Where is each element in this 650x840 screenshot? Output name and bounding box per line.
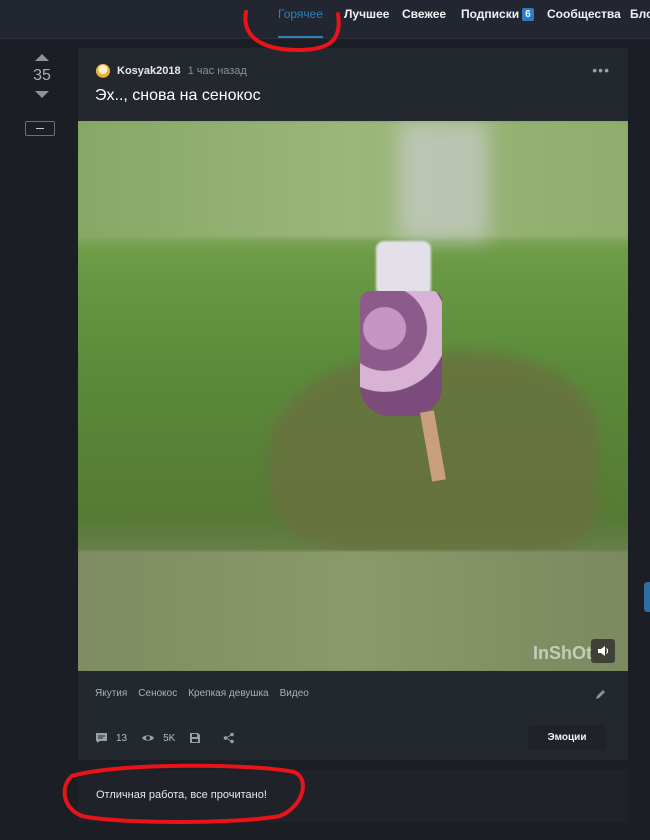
video-watermark: InShOt (533, 643, 592, 663)
avatar[interactable] (96, 64, 110, 78)
subscriptions-badge: 6 (522, 8, 534, 21)
views-info: 5K (141, 733, 175, 744)
downvote-arrow-icon[interactable] (35, 91, 49, 98)
vote-column: 35 (22, 48, 62, 98)
post-title[interactable]: Эх.., снова на сенокос (95, 87, 261, 105)
tab-subscriptions-label: Подписки (461, 7, 520, 21)
video-figure-shirt (376, 241, 431, 296)
tab-best[interactable]: Лучшее (344, 0, 389, 28)
tab-fresh[interactable]: Свежее (402, 0, 446, 28)
tab-hot[interactable]: Горячее (278, 0, 324, 38)
tag[interactable]: Сенокос (138, 688, 177, 699)
post-footer: 13 5K (95, 732, 257, 744)
sound-icon[interactable] (591, 639, 615, 663)
tab-subscriptions[interactable]: Подписки 6 (461, 0, 534, 28)
video-figure-blur (398, 121, 488, 241)
video-blur-top (78, 121, 628, 238)
views-count: 5K (163, 732, 176, 744)
share-button[interactable] (223, 732, 243, 744)
tab-blogs[interactable]: Бло (630, 0, 650, 28)
comments-count: 13 (116, 732, 128, 744)
tag[interactable]: Крепкая девушка (188, 688, 268, 699)
eye-icon (142, 735, 155, 741)
post-author-row: Kosyak2018 1 час назад (96, 63, 247, 79)
save-button[interactable] (189, 732, 209, 744)
author-name[interactable]: Kosyak2018 (117, 65, 181, 77)
collapse-toggle-button[interactable] (25, 121, 55, 136)
comment-text: Отличная работа, все прочитано! (96, 789, 267, 801)
comments-button[interactable]: 13 (95, 732, 127, 744)
upvote-arrow-icon[interactable] (35, 54, 49, 61)
post-tags: Якутия Сенокос Крепкая девушка Видео (95, 688, 309, 699)
comment-icon (96, 733, 107, 743)
tag[interactable]: Якутия (95, 688, 127, 699)
tab-communities[interactable]: Сообщества (547, 0, 621, 28)
video-player[interactable]: InShOt (78, 121, 628, 671)
top-nav: Горячее Лучшее Свежее Подписки 6 Сообщест… (0, 0, 650, 39)
side-widget-tab[interactable] (644, 582, 650, 612)
post-card: Kosyak2018 1 час назад ••• Эх.., снова н… (78, 48, 628, 760)
tag[interactable]: Видео (280, 688, 309, 699)
emotions-button[interactable]: Эмоции (528, 725, 606, 751)
video-figure-skirt (360, 291, 442, 416)
post-time: 1 час назад (187, 65, 247, 77)
save-icon (190, 733, 201, 743)
comment-box: Отличная работа, все прочитано! (78, 770, 628, 822)
pencil-icon[interactable] (594, 687, 608, 701)
share-icon (224, 732, 235, 744)
more-options-icon[interactable]: ••• (592, 62, 610, 78)
vote-count: 35 (33, 67, 51, 84)
